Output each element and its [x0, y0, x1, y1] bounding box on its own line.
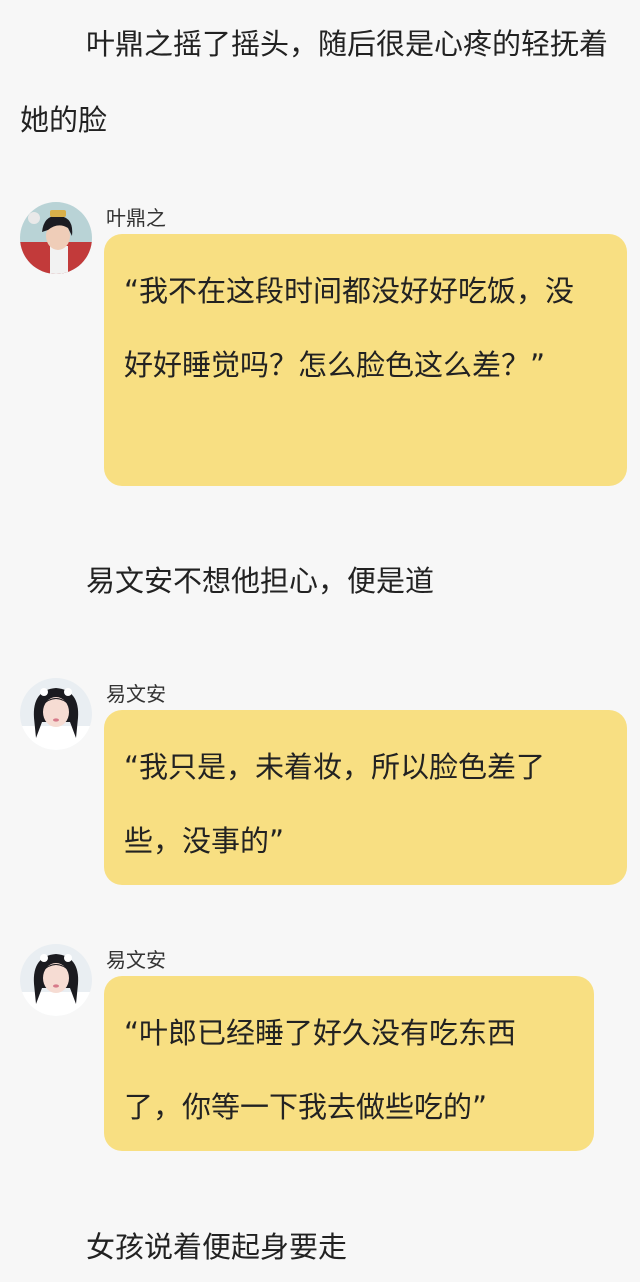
narration-paragraph: 叶鼎之摇了摇头，随后很是心疼的轻抚着她的脸 [20, 27, 609, 137]
speaker-name: 易文安 [106, 948, 166, 972]
speaker-name: 叶鼎之 [106, 206, 166, 230]
message-bubble: “叶郎已经睡了好久没有吃东西了，你等一下我去做些吃的” [104, 976, 594, 1151]
male-avatar-icon[interactable] [20, 202, 92, 274]
narration-paragraph: 女孩说着便起身要走 [86, 1230, 348, 1264]
message-bubble: “我不在这段时间都没好好吃饭，没好好睡觉吗？怎么脸色这么差？” [104, 234, 627, 486]
narration-paragraph: 易文安不想他担心，便是道 [86, 564, 435, 598]
speaker-name: 易文安 [106, 682, 166, 706]
message-bubble: “我只是，未着妆，所以脸色差了些，没事的” [104, 710, 627, 885]
female-avatar-icon[interactable] [20, 678, 92, 750]
female-avatar-icon[interactable] [20, 944, 92, 1016]
